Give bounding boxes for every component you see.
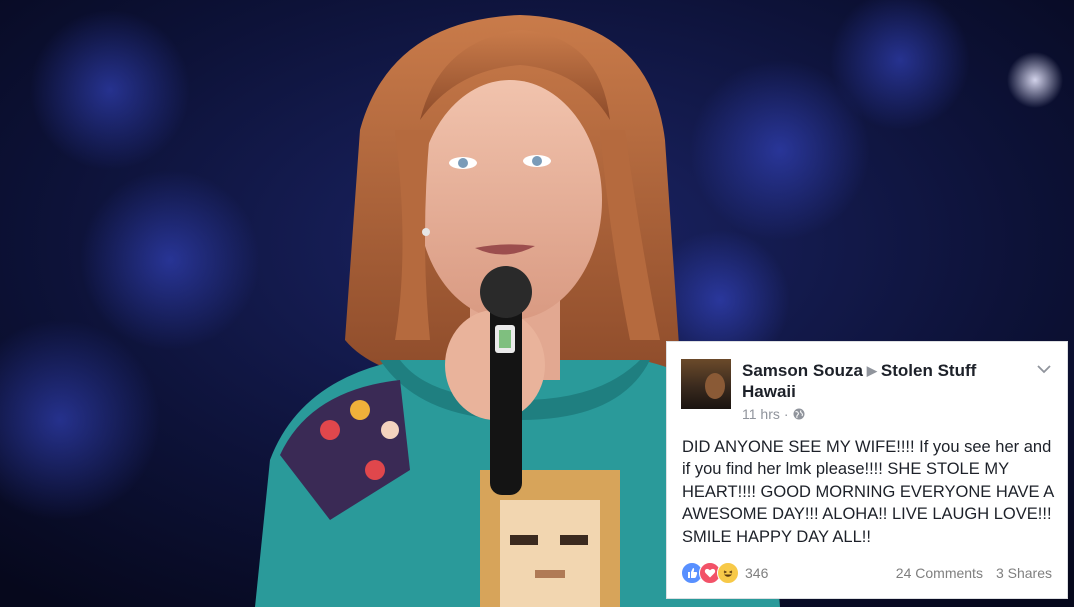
chevron-down-icon[interactable] — [1035, 362, 1053, 376]
social-post-card: Samson Souza ▶ Stolen Stuff Hawaii 11 hrs … — [667, 342, 1067, 598]
post-meta: 11 hrs · — [742, 406, 805, 422]
comments-link[interactable]: 24 Comments — [896, 565, 983, 581]
shares-link[interactable]: 3 Shares — [996, 565, 1052, 581]
post-header: Samson Souza ▶ Stolen Stuff Hawaii — [742, 360, 1022, 402]
globe-icon[interactable] — [793, 408, 805, 420]
meta-separator: · — [783, 406, 789, 422]
avatar[interactable] — [681, 359, 731, 409]
post-time[interactable]: 11 hrs — [742, 406, 780, 422]
author-name[interactable]: Samson Souza — [742, 361, 863, 380]
triangle-right-icon: ▶ — [866, 363, 877, 378]
reaction-summary[interactable]: 346 — [681, 562, 768, 584]
engagement-stats: 24 Comments 3 Shares — [896, 565, 1052, 581]
post-body: DID ANYONE SEE MY WIFE!!!! If you see he… — [682, 438, 1054, 546]
haha-icon — [717, 562, 739, 584]
reaction-count: 346 — [745, 565, 769, 581]
